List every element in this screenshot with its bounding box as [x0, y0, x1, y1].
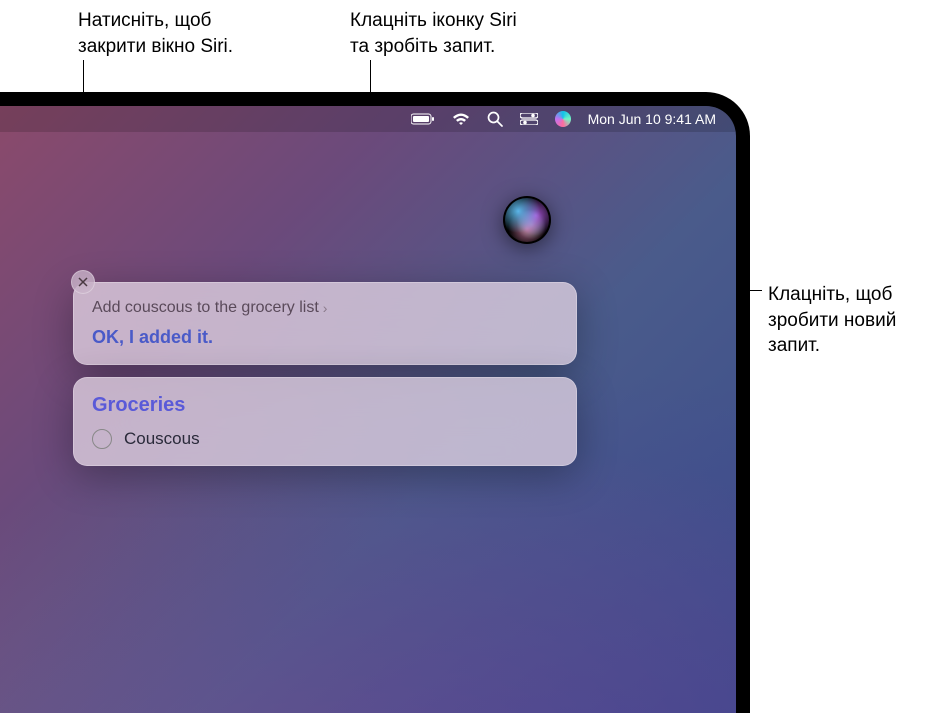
checkbox-icon[interactable]: [92, 429, 112, 449]
siri-response-text: OK, I added it.: [92, 327, 558, 348]
control-center-icon[interactable]: [520, 113, 538, 125]
siri-orb-icon: [505, 198, 549, 242]
device-frame: Mon Jun 10 9:41 AM Add couscous to the g…: [0, 92, 750, 713]
wifi-icon[interactable]: [452, 113, 470, 126]
list-item-text: Couscous: [124, 429, 200, 449]
list-title: Groceries: [92, 394, 558, 417]
siri-response-card: Add couscous to the grocery list › OK, I…: [73, 282, 577, 365]
close-icon: [78, 277, 88, 287]
callout-close-label: Натисніть, щобзакрити вікно Siri.: [78, 8, 298, 59]
callout-siri-orb-label: Клацніть, щобзробити новийзапит.: [768, 282, 918, 359]
siri-window: Add couscous to the grocery list › OK, I…: [73, 272, 577, 478]
spotlight-icon[interactable]: [487, 111, 503, 127]
siri-menubar-icon[interactable]: [555, 111, 571, 127]
close-button[interactable]: [71, 270, 95, 294]
menubar: Mon Jun 10 9:41 AM: [0, 106, 736, 132]
siri-request-row[interactable]: Add couscous to the grocery list ›: [92, 299, 558, 317]
menubar-date-time[interactable]: Mon Jun 10 9:41 AM: [588, 111, 716, 127]
list-item[interactable]: Couscous: [92, 429, 558, 449]
battery-icon[interactable]: [411, 113, 435, 125]
siri-request-text: Add couscous to the grocery list: [92, 299, 319, 317]
siri-orb-button[interactable]: [503, 196, 551, 244]
chevron-right-icon: ›: [323, 300, 328, 316]
callout-siri-icon-label: Клацніть іконку Siriта зробіть запит.: [350, 8, 580, 59]
desktop-screen: Mon Jun 10 9:41 AM Add couscous to the g…: [0, 106, 736, 713]
reminders-list-card[interactable]: Groceries Couscous: [73, 377, 577, 466]
